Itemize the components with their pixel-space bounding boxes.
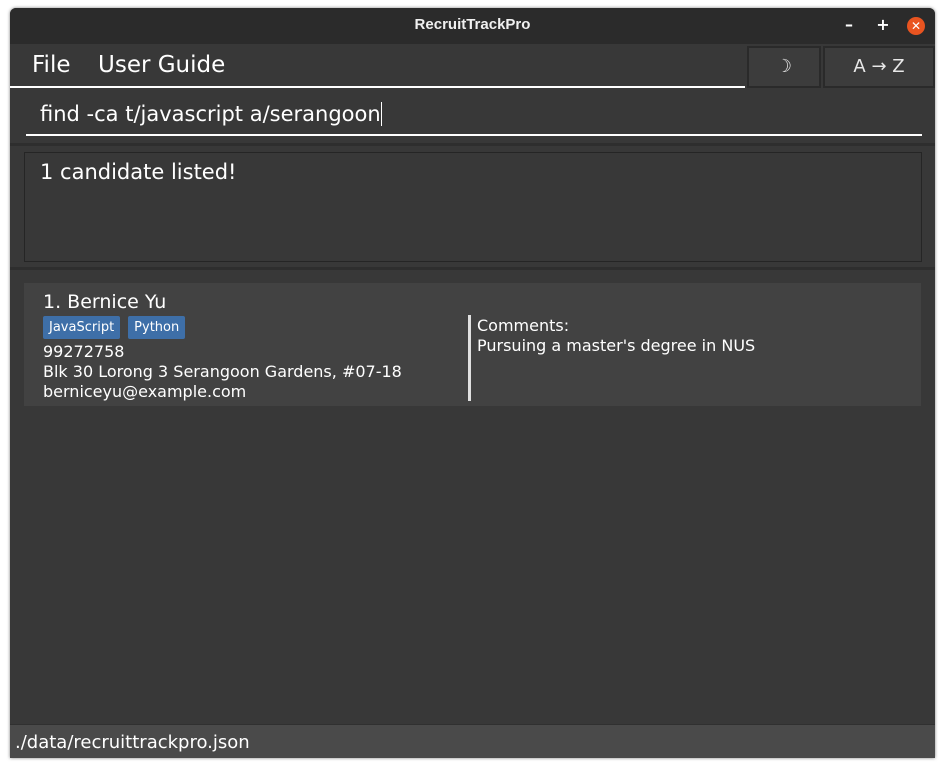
sort-button[interactable]: A → Z <box>823 46 935 88</box>
window-title: RecruitTrackPro <box>414 16 531 33</box>
candidate-name: 1. Bernice Yu <box>43 291 167 313</box>
command-input[interactable]: find -ca t/javascript a/serangoon <box>40 102 382 126</box>
menu-user-guide[interactable]: User Guide <box>98 52 225 78</box>
comments-divider <box>468 315 471 401</box>
menu-bar: File User Guide <box>10 44 745 88</box>
candidate-email: berniceyu@example.com <box>43 382 247 401</box>
title-bar: RecruitTrackPro – + ✕ <box>10 8 935 44</box>
theme-toggle-button[interactable]: ☽ <box>747 46 821 88</box>
candidate-address: Blk 30 Lorong 3 Serangoon Gardens, #07-1… <box>43 362 402 381</box>
tag: Python <box>128 316 186 339</box>
menu-file[interactable]: File <box>32 52 71 78</box>
tag: JavaScript <box>43 316 121 339</box>
candidate-tags: JavaScript Python <box>43 316 186 339</box>
candidate-phone: 99272758 <box>43 342 125 361</box>
comments-label: Comments: <box>477 316 570 335</box>
save-file-path: ./data/recruittrackpro.json <box>15 732 250 753</box>
result-message: 1 candidate listed! <box>40 160 237 184</box>
comments-text: Pursuing a master's degree in NUS <box>477 336 756 355</box>
candidate-card[interactable]: 1. Bernice Yu JavaScript Python 99272758… <box>24 283 921 406</box>
status-bar: ./data/recruittrackpro.json <box>10 724 935 758</box>
divider <box>10 267 935 270</box>
command-box[interactable]: find -ca t/javascript a/serangoon <box>26 96 922 136</box>
text-caret <box>380 102 382 126</box>
divider <box>10 143 935 146</box>
command-text: find -ca t/javascript a/serangoon <box>40 102 381 126</box>
result-display: 1 candidate listed! <box>24 152 922 262</box>
minimize-button[interactable]: – <box>839 16 859 36</box>
maximize-button[interactable]: + <box>873 16 893 36</box>
app-window: RecruitTrackPro – + ✕ File User Guide ☽ … <box>10 8 935 758</box>
close-button[interactable]: ✕ <box>907 17 925 35</box>
